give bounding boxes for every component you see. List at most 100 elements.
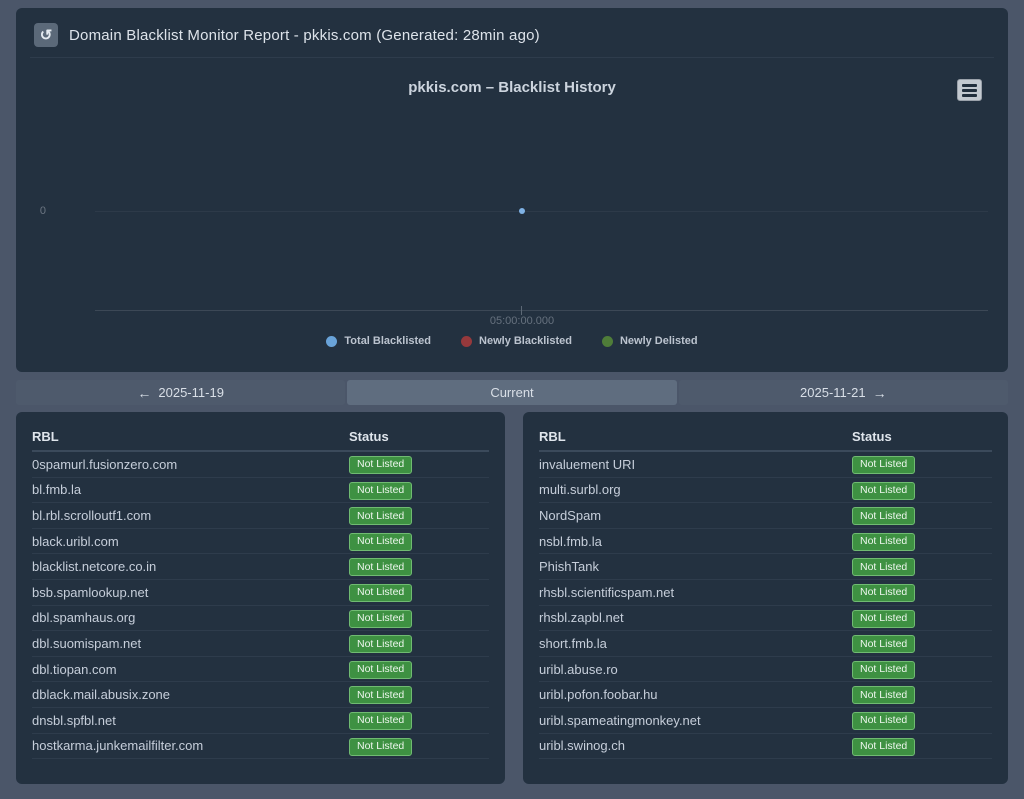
legend-item[interactable]: Newly Delisted xyxy=(602,335,698,347)
rbl-name: rhsbl.zapbl.net xyxy=(539,610,852,625)
status-cell: Not Listed xyxy=(349,736,489,756)
status-badge: Not Listed xyxy=(852,635,915,653)
status-cell: Not Listed xyxy=(852,582,992,602)
history-back-button[interactable]: ↺ xyxy=(34,23,58,47)
table-row: bl.fmb.laNot Listed xyxy=(32,478,489,504)
status-cell: Not Listed xyxy=(852,454,992,474)
arrow-left-icon: ← xyxy=(137,386,151,400)
status-cell: Not Listed xyxy=(852,736,992,756)
data-point[interactable] xyxy=(519,208,525,214)
table-row: black.uribl.comNot Listed xyxy=(32,529,489,555)
status-cell: Not Listed xyxy=(852,531,992,551)
status-badge: Not Listed xyxy=(852,456,915,474)
rbl-name: NordSpam xyxy=(539,508,852,523)
blacklist-history-panel: ↺ Domain Blacklist Monitor Report - pkki… xyxy=(16,8,1008,372)
current-day-label: Current xyxy=(490,385,533,400)
rbl-table-body: invaluement URINot Listedmulti.surbl.org… xyxy=(539,452,992,759)
rotate-left-icon: ↺ xyxy=(40,26,53,44)
rbl-name: dnsbl.spfbl.net xyxy=(32,713,349,728)
rbl-name: uribl.spameatingmonkey.net xyxy=(539,713,852,728)
status-badge: Not Listed xyxy=(852,558,915,576)
rbl-name: dbl.spamhaus.org xyxy=(32,610,349,625)
rbl-table-right: RBL Status invaluement URINot Listedmult… xyxy=(523,412,1008,784)
status-badge: Not Listed xyxy=(349,610,412,628)
table-row: uribl.pofon.foobar.huNot Listed xyxy=(539,682,992,708)
y-gridline xyxy=(95,211,988,212)
table-row: short.fmb.laNot Listed xyxy=(539,631,992,657)
status-cell: Not Listed xyxy=(349,506,489,526)
rbl-name: 0spamurl.fusionzero.com xyxy=(32,457,349,472)
next-day-button[interactable]: 2025-11-21 → xyxy=(679,380,1008,405)
table-row: multi.surbl.orgNot Listed xyxy=(539,478,992,504)
rbl-name: invaluement URI xyxy=(539,457,852,472)
rbl-name: hostkarma.junkemailfilter.com xyxy=(32,738,349,753)
status-cell: Not Listed xyxy=(852,557,992,577)
table-row: dbl.spamhaus.orgNot Listed xyxy=(32,606,489,632)
status-badge: Not Listed xyxy=(349,738,412,756)
status-badge: Not Listed xyxy=(349,584,412,602)
prev-day-button[interactable]: ← 2025-11-19 xyxy=(16,380,345,405)
status-cell: Not Listed xyxy=(852,685,992,705)
status-cell: Not Listed xyxy=(349,454,489,474)
table-row: uribl.swinog.chNot Listed xyxy=(539,734,992,760)
current-day-button[interactable]: Current xyxy=(347,380,676,405)
y-axis-tick-label: 0 xyxy=(24,205,46,217)
status-cell: Not Listed xyxy=(852,634,992,654)
rbl-table-left: RBL Status 0spamurl.fusionzero.comNot Li… xyxy=(16,412,505,784)
rbl-column-header: RBL xyxy=(32,429,349,444)
status-cell: Not Listed xyxy=(852,710,992,730)
legend-item[interactable]: Newly Blacklisted xyxy=(461,335,572,347)
x-axis-tick-label: 05:00:00.000 xyxy=(462,315,582,327)
table-row: NordSpamNot Listed xyxy=(539,503,992,529)
status-badge: Not Listed xyxy=(852,661,915,679)
report-header: ↺ Domain Blacklist Monitor Report - pkki… xyxy=(16,8,1008,47)
status-badge: Not Listed xyxy=(349,507,412,525)
rbl-name: dbl.tiopan.com xyxy=(32,662,349,677)
x-axis-line xyxy=(95,310,988,311)
chart-title: pkkis.com – Blacklist History xyxy=(16,79,1008,96)
legend-dot-icon xyxy=(602,336,613,347)
rbl-column-header: RBL xyxy=(539,429,852,444)
table-row: uribl.abuse.roNot Listed xyxy=(539,657,992,683)
rbl-name: bl.fmb.la xyxy=(32,482,349,497)
status-cell: Not Listed xyxy=(349,531,489,551)
status-cell: Not Listed xyxy=(349,685,489,705)
x-axis-tick xyxy=(521,306,522,315)
status-cell: Not Listed xyxy=(349,557,489,577)
status-column-header: Status xyxy=(852,429,992,444)
table-row: blacklist.netcore.co.inNot Listed xyxy=(32,554,489,580)
rbl-name: dblack.mail.abusix.zone xyxy=(32,687,349,702)
status-badge: Not Listed xyxy=(852,610,915,628)
table-row: invaluement URINot Listed xyxy=(539,452,992,478)
table-row: dbl.tiopan.comNot Listed xyxy=(32,657,489,683)
chart-context-menu-button[interactable] xyxy=(957,79,982,101)
status-cell: Not Listed xyxy=(349,634,489,654)
status-badge: Not Listed xyxy=(852,507,915,525)
rbl-name: blacklist.netcore.co.in xyxy=(32,559,349,574)
status-badge: Not Listed xyxy=(852,482,915,500)
status-badge: Not Listed xyxy=(852,584,915,602)
page: ↺ Domain Blacklist Monitor Report - pkki… xyxy=(0,0,1024,799)
table-row: PhishTankNot Listed xyxy=(539,554,992,580)
table-row: rhsbl.zapbl.netNot Listed xyxy=(539,606,992,632)
next-day-label: 2025-11-21 xyxy=(800,385,866,400)
rbl-name: PhishTank xyxy=(539,559,852,574)
report-title: Domain Blacklist Monitor Report - pkkis.… xyxy=(69,27,540,44)
legend-dot-icon xyxy=(326,336,337,347)
legend-dot-icon xyxy=(461,336,472,347)
status-badge: Not Listed xyxy=(852,712,915,730)
rbl-table-header: RBL Status xyxy=(539,426,992,452)
arrow-right-icon: → xyxy=(873,386,887,400)
status-badge: Not Listed xyxy=(349,558,412,576)
legend-item[interactable]: Total Blacklisted xyxy=(326,335,431,347)
rbl-table-body: 0spamurl.fusionzero.comNot Listedbl.fmb.… xyxy=(32,452,489,759)
table-row: 0spamurl.fusionzero.comNot Listed xyxy=(32,452,489,478)
table-row: rhsbl.scientificspam.netNot Listed xyxy=(539,580,992,606)
rbl-name: short.fmb.la xyxy=(539,636,852,651)
status-badge: Not Listed xyxy=(349,456,412,474)
rbl-name: uribl.pofon.foobar.hu xyxy=(539,687,852,702)
status-badge: Not Listed xyxy=(349,533,412,551)
rbl-name: dbl.suomispam.net xyxy=(32,636,349,651)
status-badge: Not Listed xyxy=(349,686,412,704)
table-row: dnsbl.spfbl.netNot Listed xyxy=(32,708,489,734)
